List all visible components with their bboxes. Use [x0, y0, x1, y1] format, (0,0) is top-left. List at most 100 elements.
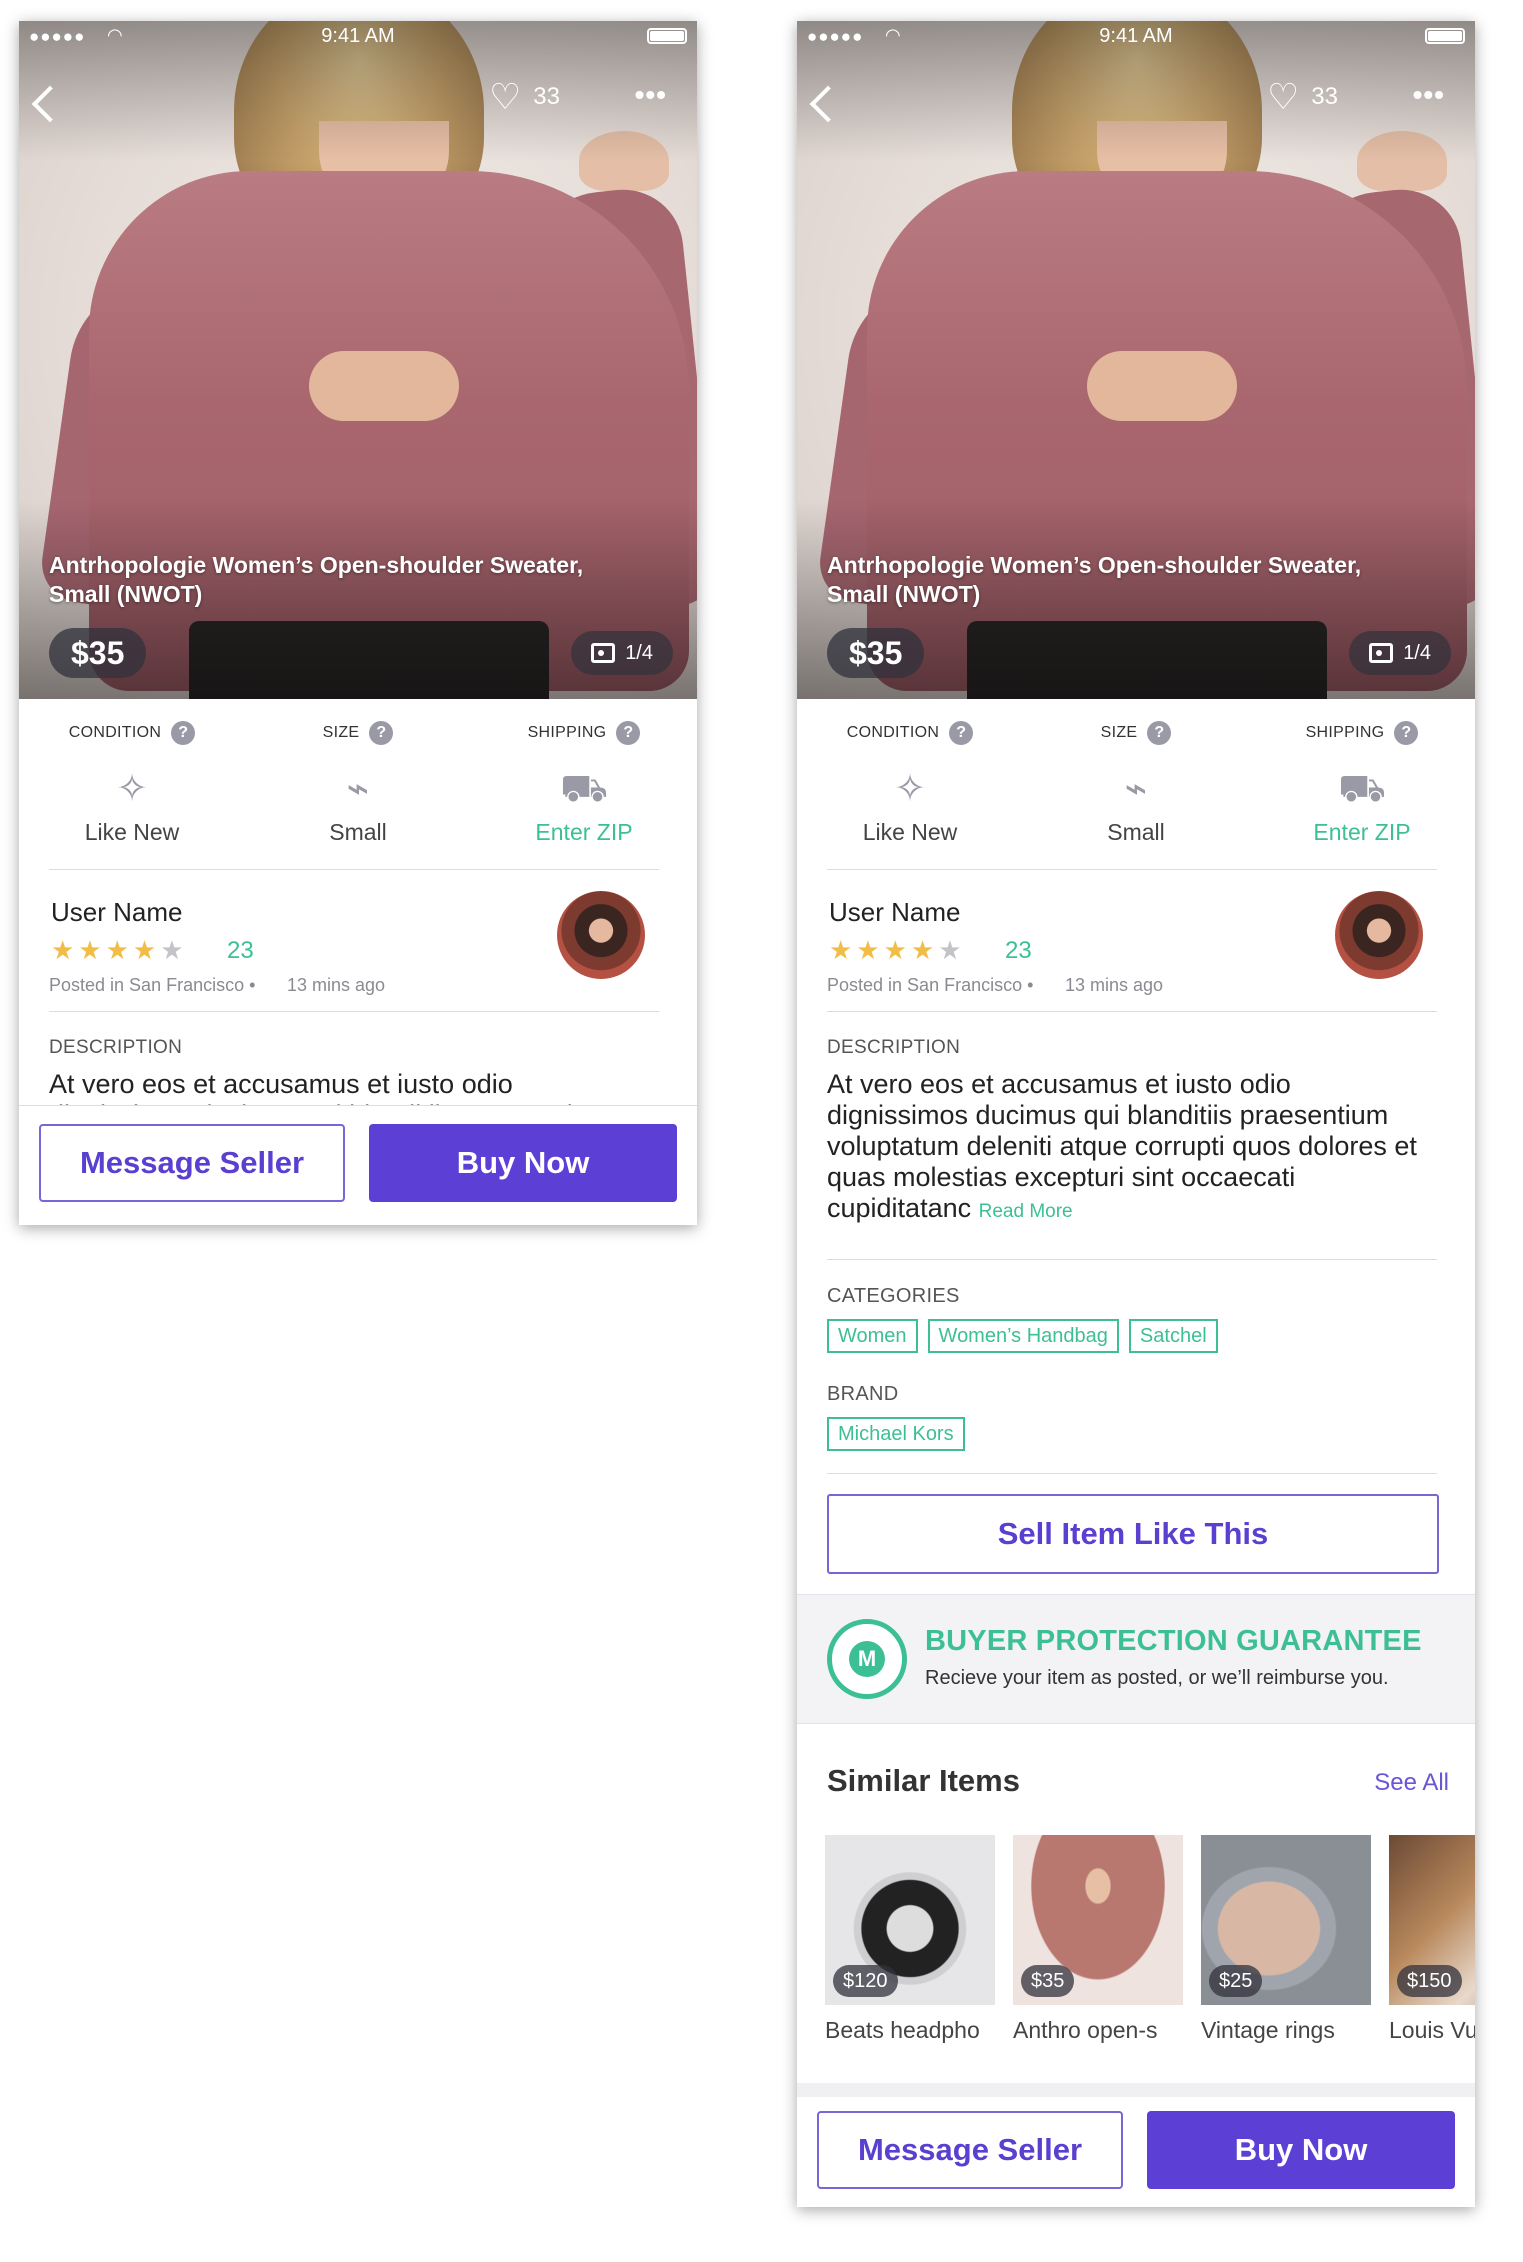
more-icon[interactable]: ••• [635, 79, 667, 111]
tag-icon: ⌁ [1124, 768, 1148, 810]
help-icon[interactable]: ? [616, 721, 641, 745]
attributes-row: CONDITION? ✧ Like New SIZE? ⌁ Small SHIP… [797, 721, 1475, 871]
attr-condition: CONDITION? ✧ Like New [19, 721, 245, 846]
item-price: $35 [1021, 1965, 1075, 1997]
item-name: Anthro open-s [1013, 2017, 1158, 2043]
item-thumbnail: $120 [825, 1835, 995, 2005]
similar-item[interactable]: $25 Vintage rings [1201, 1835, 1371, 2044]
similar-items-title: Similar Items [827, 1763, 1020, 1798]
condition-label: CONDITION [846, 724, 940, 741]
action-bar: Message Seller Buy Now [19, 1105, 697, 1205]
attr-shipping: SHIPPING? ⛟ Enter ZIP [1249, 721, 1475, 846]
rating-count: 23 [227, 937, 254, 964]
item-price: $150 [1397, 1965, 1462, 1997]
status-time: 9:41 AM [1099, 25, 1173, 47]
guarantee-title: BUYER PROTECTION GUARANTEE [925, 1625, 1422, 1657]
rating-count: 23 [1005, 937, 1032, 964]
posted-time: 13 mins ago [287, 975, 386, 995]
message-seller-button[interactable]: Message Seller [817, 2111, 1123, 2189]
similar-items-carousel[interactable]: $120 Beats headpho $35 Anthro open-s $25… [825, 1835, 1475, 2045]
avatar[interactable] [557, 891, 645, 979]
avatar[interactable] [1335, 891, 1423, 979]
similar-item[interactable]: $150 Louis Vu [1389, 1835, 1475, 2044]
photo-count-label: 1/4 [1403, 642, 1431, 664]
enter-zip-link[interactable]: Enter ZIP [1249, 819, 1475, 846]
listing-title: Antrhopologie Women’s Open-shoulder Swea… [827, 552, 1362, 607]
item-name: Beats headpho [825, 2017, 980, 2043]
phone-screen-collapsed: ●●●●● ◠ 9:41 AM ♡ 33 ••• Antrhopologie W… [19, 21, 697, 1225]
heart-icon: ♡ [489, 76, 522, 117]
gallery-icon [591, 643, 616, 663]
posted-time: 13 mins ago [1065, 975, 1164, 995]
read-more-link[interactable]: Read More [979, 1201, 1073, 1222]
photo-count-label: 1/4 [625, 642, 653, 664]
brand-tag[interactable]: Michael Kors [827, 1417, 965, 1451]
item-thumbnail: $35 [1013, 1835, 1183, 2005]
description-text: At vero eos et accusamus et iusto odio d… [827, 1069, 1417, 1223]
help-icon[interactable]: ? [369, 721, 394, 745]
status-bar: ●●●●● ◠ 9:41 AM [19, 21, 697, 51]
condition-label: CONDITION [68, 724, 162, 741]
like-button[interactable]: ♡ 33 [1267, 77, 1338, 117]
size-value: Small [1107, 819, 1165, 845]
attr-size: SIZE? ⌁ Small [1023, 721, 1249, 846]
attr-condition: CONDITION? ✧ Like New [797, 721, 1023, 846]
size-label: SIZE [1100, 724, 1138, 741]
divider [827, 1011, 1437, 1012]
attr-shipping: SHIPPING? ⛟ Enter ZIP [471, 721, 697, 846]
similar-item[interactable]: $120 Beats headpho [825, 1835, 995, 2044]
action-bar: Message Seller Buy Now [797, 2083, 1475, 2207]
item-thumbnail: $150 [1389, 1835, 1475, 2005]
photo-counter[interactable]: 1/4 [1349, 631, 1451, 675]
help-icon[interactable]: ? [949, 721, 974, 745]
brand-tags: Michael Kors [827, 1417, 965, 1451]
category-tag[interactable]: Satchel [1128, 1319, 1218, 1353]
sparkle-icon: ✧ [894, 768, 926, 810]
more-icon[interactable]: ••• [1413, 79, 1445, 111]
status-bar: ●●●●● ◠ 9:41 AM [797, 21, 1475, 51]
status-time: 9:41 AM [321, 25, 395, 47]
photo-counter[interactable]: 1/4 [571, 631, 673, 675]
like-button[interactable]: ♡ 33 [489, 77, 560, 117]
seller-rating: ★★★★★ [51, 935, 188, 965]
help-icon[interactable]: ? [1394, 721, 1419, 745]
description-label: DESCRIPTION [827, 1037, 961, 1058]
battery-icon [1425, 28, 1465, 44]
buy-now-button[interactable]: Buy Now [1147, 2111, 1455, 2189]
divider [49, 1011, 659, 1012]
item-price: $120 [833, 1965, 898, 1997]
seller-card[interactable]: User Name ★★★★★ 23 Posted in San Francis… [19, 891, 697, 1011]
help-icon[interactable]: ? [1147, 721, 1172, 745]
seller-card[interactable]: User Name ★★★★★ 23 Posted in San Francis… [797, 891, 1475, 1011]
enter-zip-link[interactable]: Enter ZIP [471, 819, 697, 846]
category-tag[interactable]: Women’s Handbag [927, 1319, 1119, 1353]
item-price: $25 [1209, 1965, 1263, 1997]
seller-name: User Name [51, 897, 183, 927]
similar-item[interactable]: $35 Anthro open-s [1013, 1835, 1183, 2044]
category-tag[interactable]: Women [827, 1319, 918, 1353]
sell-item-like-this-button[interactable]: Sell Item Like This [827, 1494, 1439, 1574]
see-all-link[interactable]: See All [1374, 1769, 1449, 1797]
item-thumbnail: $25 [1201, 1835, 1371, 2005]
gallery-icon [1369, 643, 1394, 663]
battery-icon [647, 28, 687, 44]
shipping-label: SHIPPING [1305, 724, 1385, 741]
divider [827, 1473, 1437, 1474]
seller-rating: ★★★★★ [829, 935, 966, 965]
help-icon[interactable]: ? [171, 721, 196, 745]
heart-icon: ♡ [1267, 76, 1300, 117]
attributes-row: CONDITION? ✧ Like New SIZE? ⌁ Small SHIP… [19, 721, 697, 871]
divider [49, 869, 659, 870]
item-name: Vintage rings [1201, 2017, 1335, 2043]
divider [827, 869, 1437, 870]
size-value: Small [329, 819, 387, 845]
guarantee-subtitle: Recieve your item as posted, or we’ll re… [925, 1667, 1389, 1689]
like-count: 33 [1311, 83, 1338, 110]
price-badge: $35 [49, 628, 147, 678]
category-tags: Women Women’s Handbag Satchel [827, 1319, 1218, 1353]
message-seller-button[interactable]: Message Seller [39, 1124, 345, 1202]
attr-size: SIZE? ⌁ Small [245, 721, 471, 846]
buyer-protection-banner: M BUYER PROTECTION GUARANTEE Recieve you… [797, 1594, 1475, 1724]
buy-now-button[interactable]: Buy Now [369, 1124, 677, 1202]
price-badge: $35 [827, 628, 925, 678]
